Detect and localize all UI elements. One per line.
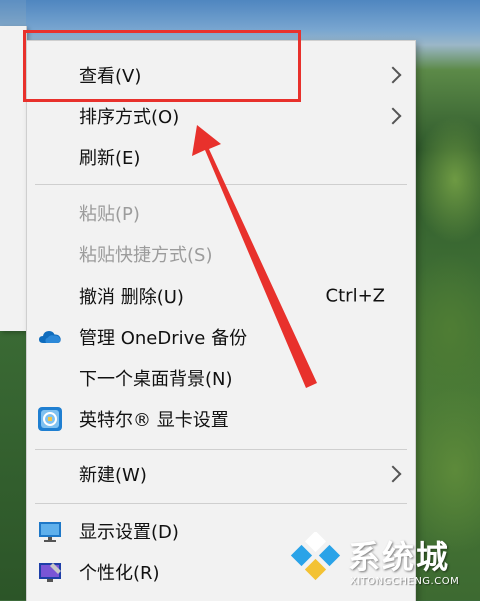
site-watermark: 系统城 XITONGCHENG.COM	[288, 528, 478, 598]
annotation-arrow	[192, 125, 317, 388]
watermark-subtitle: XITONGCHENG.COM	[350, 576, 460, 587]
watermark-logo-icon	[290, 532, 341, 581]
watermark-title: 系统城	[348, 538, 451, 576]
